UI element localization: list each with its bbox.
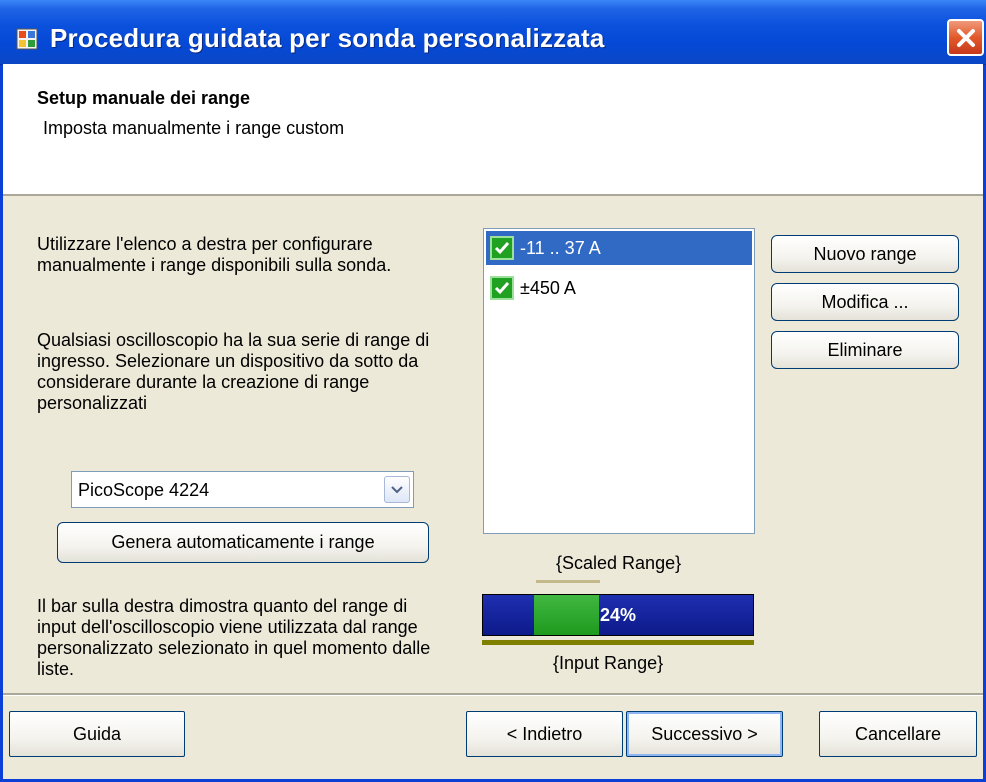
range-usage-percent: 24% bbox=[599, 604, 637, 625]
help-button[interactable]: Guida bbox=[9, 711, 185, 757]
list-item[interactable]: ±450 A bbox=[486, 271, 752, 305]
input-range-indicator bbox=[482, 640, 754, 645]
chevron-down-icon bbox=[391, 485, 403, 493]
range-usage-bar: 24% bbox=[482, 594, 754, 636]
range-label: -11 .. 37 A bbox=[520, 238, 601, 258]
instructions-paragraph-2: Qualsiasi oscilloscopio ha la sua serie … bbox=[37, 330, 430, 413]
edit-range-button[interactable]: Modifica ... bbox=[771, 283, 959, 321]
instructions-paragraph-3: Il bar sulla destra dimostra quanto del … bbox=[37, 596, 431, 679]
scaled-range-label: {Scaled Range} bbox=[556, 553, 682, 573]
auto-generate-ranges-button[interactable]: Genera automaticamente i range bbox=[57, 522, 429, 563]
cancel-button[interactable]: Cancellare bbox=[819, 711, 977, 757]
app-window-icon bbox=[16, 28, 38, 50]
range-label: ±450 A bbox=[520, 278, 576, 298]
header-panel: Setup manuale dei range Imposta manualme… bbox=[3, 64, 983, 196]
range-list[interactable]: -11 .. 37 A ±450 A bbox=[483, 228, 755, 534]
window-title: Procedura guidata per sonda personalizza… bbox=[50, 23, 605, 53]
scaled-range-indicator bbox=[536, 580, 600, 583]
step-title: Setup manuale dei range bbox=[37, 88, 251, 108]
back-button[interactable]: < Indietro bbox=[466, 711, 623, 757]
wizard-window: Procedura guidata per sonda personalizza… bbox=[0, 0, 986, 782]
delete-range-button[interactable]: Eliminare bbox=[771, 331, 959, 369]
new-range-button[interactable]: Nuovo range bbox=[771, 235, 959, 273]
next-button[interactable]: Successivo > bbox=[626, 711, 783, 757]
list-item[interactable]: -11 .. 37 A bbox=[486, 231, 752, 265]
instructions-paragraph-1: Utilizzare l'elenco a destra per configu… bbox=[37, 234, 392, 275]
checkbox-checked-icon[interactable] bbox=[490, 236, 514, 260]
device-select-dropdown-button[interactable] bbox=[384, 476, 410, 503]
footer-divider bbox=[3, 693, 983, 696]
checkbox-checked-icon[interactable] bbox=[490, 276, 514, 300]
input-range-label: {Input Range} bbox=[553, 653, 664, 673]
close-button[interactable] bbox=[947, 19, 984, 56]
device-select[interactable]: PicoScope 4224 bbox=[71, 471, 414, 508]
step-subtitle: Imposta manualmente i range custom bbox=[43, 118, 345, 138]
device-select-value: PicoScope 4224 bbox=[78, 480, 210, 500]
title-bar[interactable]: Procedura guidata per sonda personalizza… bbox=[0, 0, 986, 65]
close-icon bbox=[956, 28, 975, 47]
